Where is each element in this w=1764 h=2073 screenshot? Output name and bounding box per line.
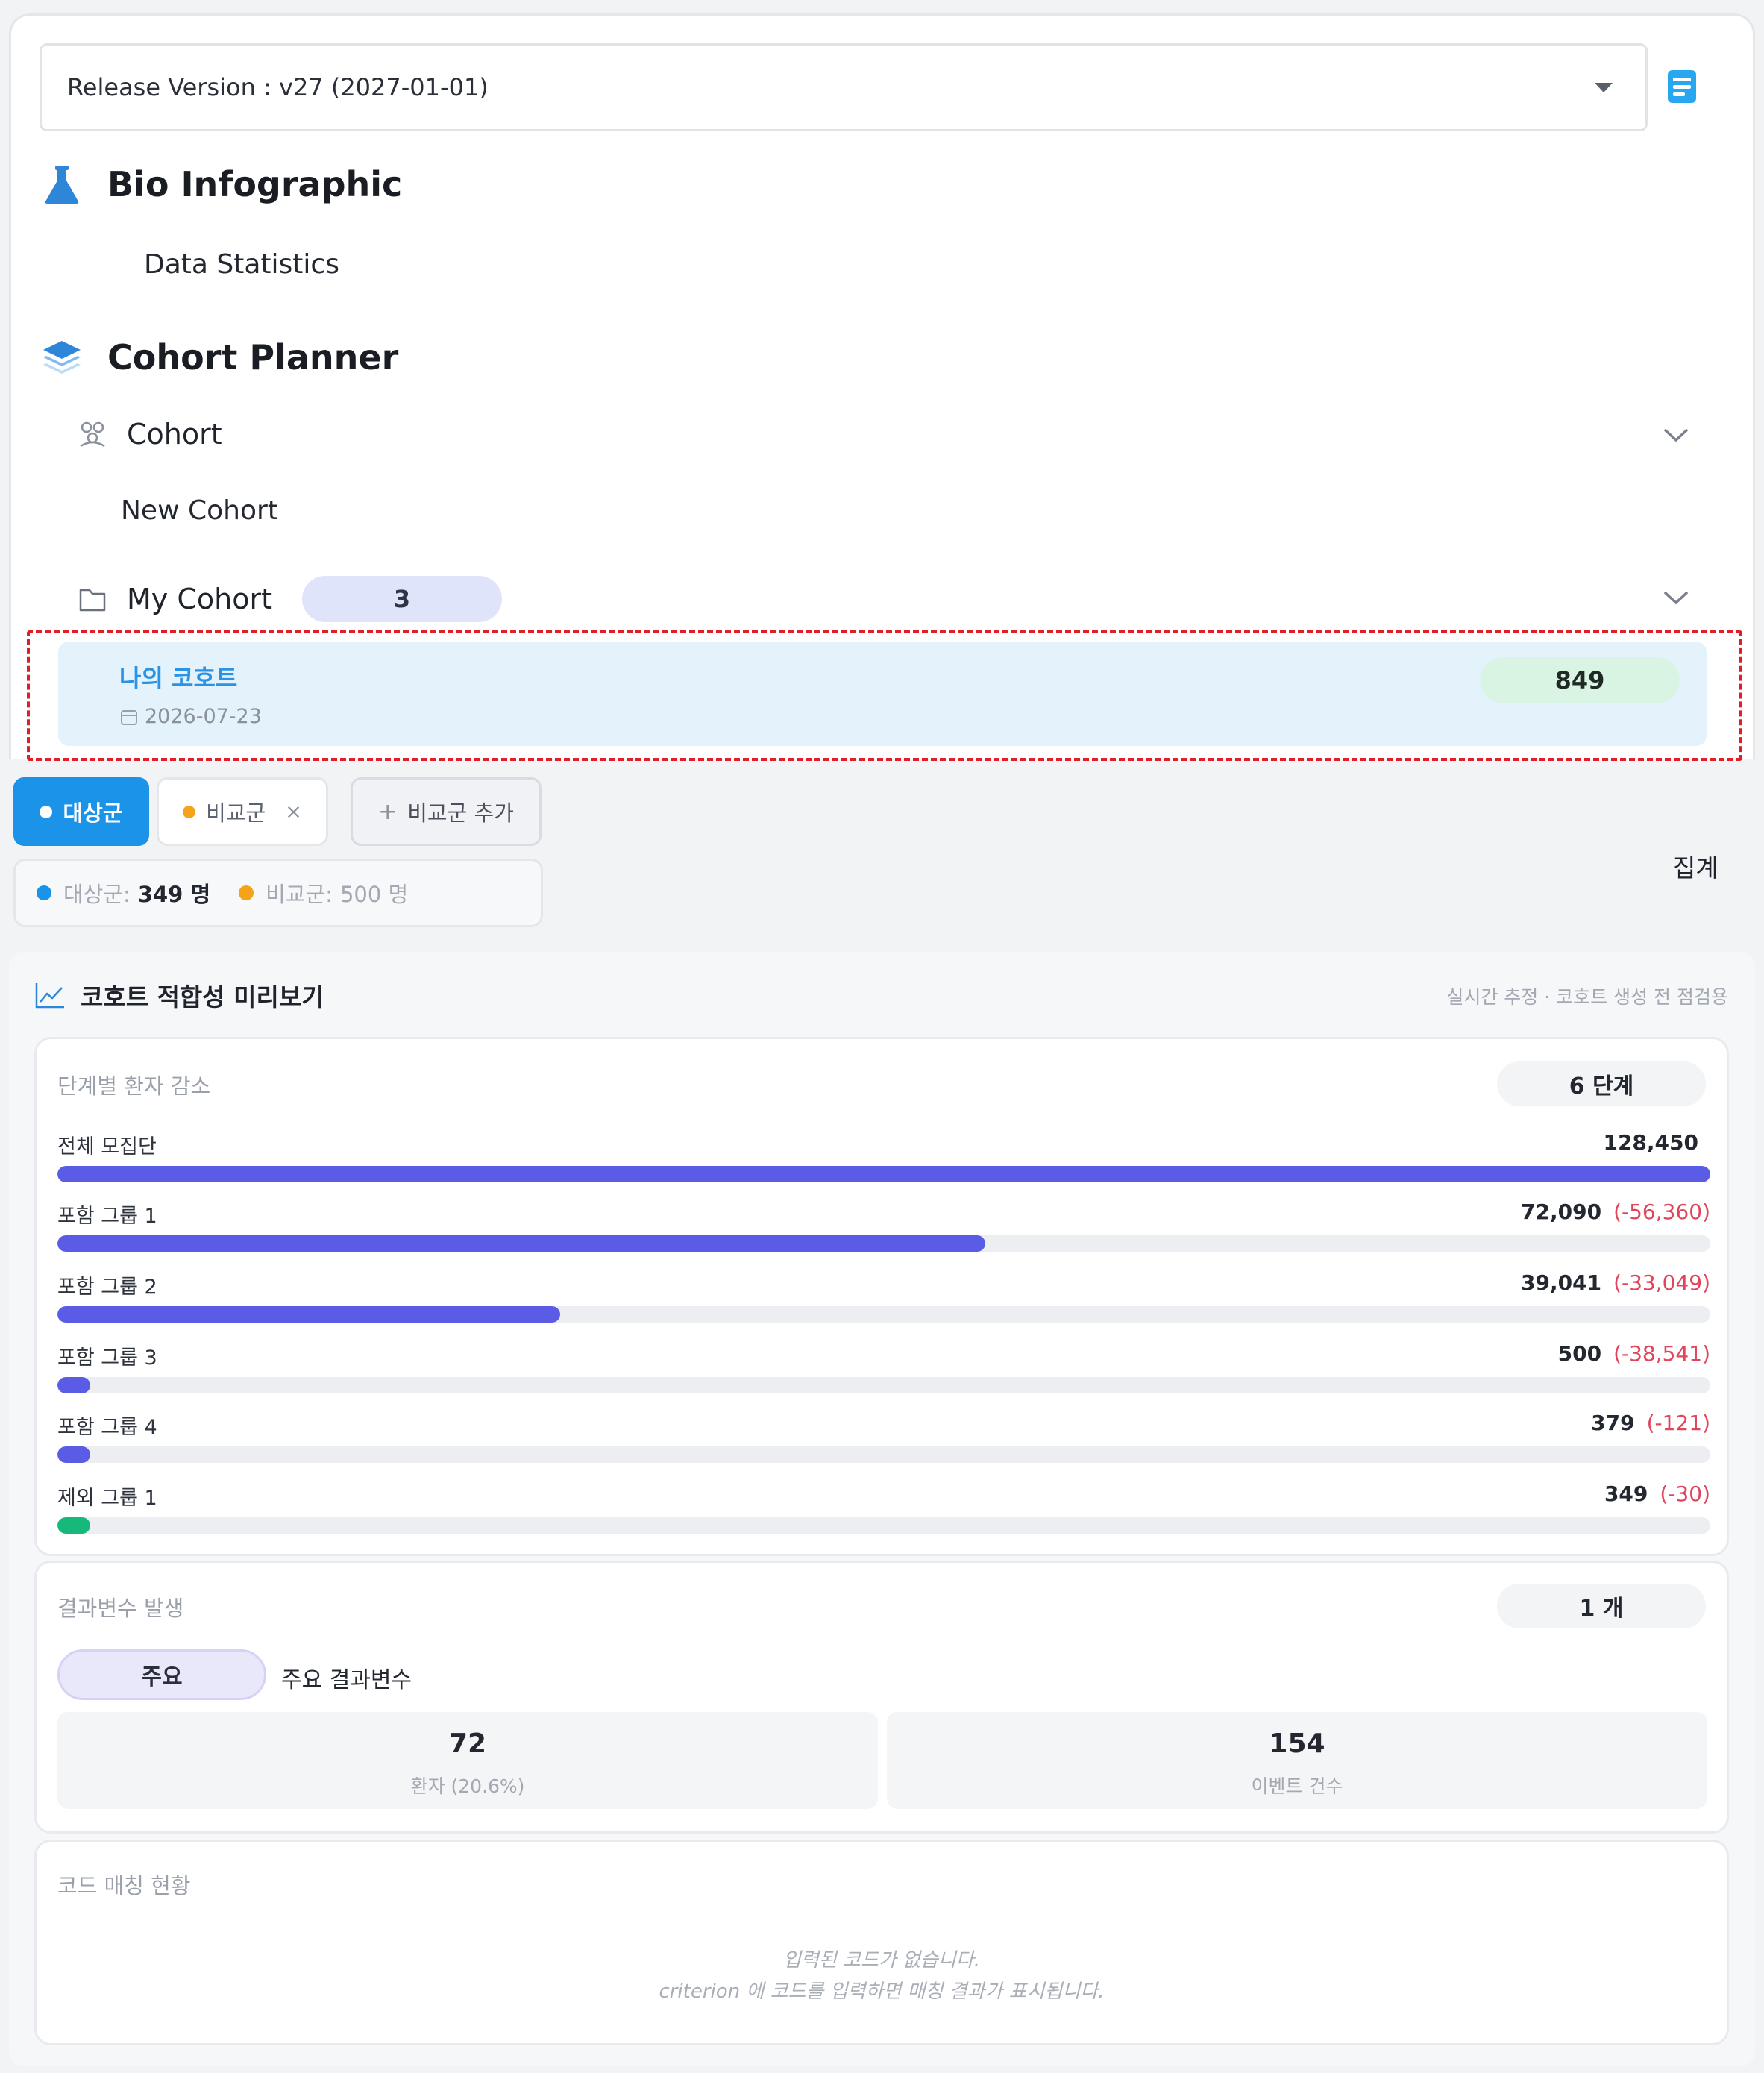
step-count: 72,090 — [1521, 1199, 1602, 1224]
chevron-down-icon[interactable] — [1663, 591, 1689, 606]
tab-compare-group[interactable]: 비교군 × — [157, 777, 328, 846]
attrition-step: 포함 그룹 1 72,090 (-56,360) — [57, 1199, 1710, 1267]
outcome-count-badge: 1 개 — [1497, 1584, 1706, 1628]
step-bar-track — [57, 1517, 1710, 1534]
selection-highlight — [27, 630, 1742, 761]
nav-cohort[interactable]: Cohort — [78, 418, 222, 451]
attrition-step: 제외 그룹 1 349 (-30) — [57, 1481, 1710, 1549]
preview-header: 코호트 적합성 미리보기 — [34, 977, 324, 1013]
step-label: 포함 그룹 3 — [57, 1346, 157, 1370]
add-compare-label: 비교군 추가 — [407, 800, 514, 826]
group-summary: 대상군: 349 명 비교군: 500 명 — [13, 859, 543, 927]
cohort-planner-title: Cohort Planner — [107, 337, 399, 377]
step-bar-track — [57, 1235, 1710, 1252]
step-delta: (-56,360) — [1613, 1199, 1710, 1224]
attrition-step: 포함 그룹 3 500 (-38,541) — [57, 1341, 1710, 1408]
patients-value: 72 — [448, 1728, 487, 1759]
release-version-select[interactable]: Release Version : v27 (2027-01-01) — [40, 43, 1648, 131]
outcome-card: 결과변수 발생 1 개 주요 주요 결과변수 72 환자 (20.6%) 154… — [34, 1561, 1729, 1834]
bio-infographic-title: Bio Infographic — [107, 164, 403, 204]
step-delta: (-30) — [1660, 1481, 1710, 1506]
my-cohort-count-badge: 3 — [302, 576, 502, 622]
events-label: 이벤트 건수 — [1251, 1775, 1343, 1797]
chevron-down-icon[interactable] — [1663, 428, 1689, 443]
step-count: 349 — [1604, 1481, 1648, 1506]
step-bar-track — [57, 1446, 1710, 1463]
step-label: 포함 그룹 4 — [57, 1416, 157, 1439]
attrition-title: 단계별 환자 감소 — [57, 1073, 211, 1099]
target-dot-icon — [40, 805, 53, 818]
attrition-step: 포함 그룹 2 39,041 (-33,049) — [57, 1270, 1710, 1337]
step-delta: (-121) — [1646, 1411, 1710, 1435]
step-label: 전체 모집단 — [57, 1135, 157, 1158]
preview-title: 코호트 적합성 미리보기 — [81, 982, 324, 1012]
tab-target-label: 대상군 — [63, 800, 123, 826]
step-bar-track — [57, 1377, 1710, 1393]
release-version-label: Release Version : v27 (2027-01-01) — [67, 73, 489, 101]
step-bar-fill — [57, 1446, 91, 1463]
tab-compare-label: 비교군 — [206, 800, 266, 826]
nav-cohort-label: Cohort — [127, 418, 222, 451]
events-value: 154 — [1269, 1728, 1325, 1759]
close-icon[interactable]: × — [285, 800, 302, 824]
flask-icon — [42, 164, 82, 204]
step-bar-fill — [57, 1235, 985, 1252]
step-count: 128,450 — [1603, 1130, 1698, 1155]
bio-infographic-header[interactable]: Bio Infographic — [42, 164, 402, 204]
attrition-step-badge: 6 단계 — [1497, 1061, 1706, 1106]
step-bar-fill — [57, 1377, 91, 1393]
folder-icon — [79, 589, 106, 612]
document-icon[interactable] — [1666, 69, 1698, 104]
events-stat: 154 이벤트 건수 — [887, 1712, 1707, 1809]
compare-summary-label: 비교군: — [266, 882, 333, 907]
step-count: 500 — [1557, 1341, 1602, 1366]
empty-message-line2: criterion 에 코드를 입력하면 매칭 결과가 표시됩니다. — [659, 1981, 1105, 2003]
compare-dot-icon — [239, 885, 254, 900]
attrition-step: 전체 모집단 128,450 — [57, 1130, 1710, 1197]
patients-stat: 72 환자 (20.6%) — [57, 1712, 878, 1809]
empty-message-line1: 입력된 코드가 없습니다. — [783, 1949, 980, 1972]
preview-note: 실시간 추정 · 코호트 생성 전 점검용 — [1446, 986, 1728, 1008]
tab-target-group[interactable]: 대상군 — [13, 777, 149, 846]
attrition-step: 포함 그룹 4 379 (-121) — [57, 1411, 1710, 1478]
compare-summary-value: 500 명 — [339, 882, 409, 907]
nav-my-cohort[interactable]: My Cohort 3 — [78, 576, 502, 622]
target-summary-value: 349 명 — [137, 882, 211, 907]
primary-outcome-pill[interactable]: 주요 — [57, 1649, 266, 1700]
step-bar-fill — [57, 1517, 91, 1534]
step-label: 포함 그룹 2 — [57, 1276, 157, 1299]
plus-icon: + — [378, 798, 398, 825]
target-dot-icon — [37, 885, 51, 900]
step-delta: (-38,541) — [1613, 1341, 1710, 1366]
dropdown-caret-icon — [1595, 83, 1613, 92]
step-count: 379 — [1591, 1411, 1635, 1435]
line-chart-icon — [35, 983, 64, 1009]
compare-dot-icon — [183, 805, 196, 818]
cohort-planner-header[interactable]: Cohort Planner — [42, 337, 398, 377]
step-bar-track — [57, 1306, 1710, 1323]
layers-icon — [42, 337, 82, 377]
aggregate-button[interactable]: 집계 — [1673, 848, 1719, 884]
users-icon — [80, 421, 105, 448]
code-matching-card: 코드 매칭 현황 입력된 코드가 없습니다. criterion 에 코드를 입… — [34, 1840, 1729, 2045]
step-label: 제외 그룹 1 — [57, 1487, 157, 1510]
step-delta: (-33,049) — [1613, 1270, 1710, 1295]
attrition-card: 단계별 환자 감소 6 단계 전체 모집단 128,450 포함 그룹 1 72… — [34, 1037, 1729, 1556]
step-bar-track — [57, 1166, 1710, 1182]
code-matching-title: 코드 매칭 현황 — [57, 1873, 191, 1898]
outcome-title: 결과변수 발생 — [57, 1596, 184, 1621]
add-compare-group-button[interactable]: + 비교군 추가 — [351, 777, 542, 846]
nav-data-statistics[interactable]: Data Statistics — [144, 249, 339, 280]
target-summary-label: 대상군: — [63, 882, 131, 907]
patients-label: 환자 (20.6%) — [410, 1775, 525, 1797]
step-count: 39,041 — [1521, 1270, 1602, 1295]
nav-my-cohort-label: My Cohort — [127, 583, 272, 615]
step-bar-fill — [57, 1306, 560, 1323]
nav-new-cohort[interactable]: New Cohort — [121, 495, 278, 526]
step-bar-fill — [57, 1166, 1710, 1182]
step-label: 포함 그룹 1 — [57, 1205, 157, 1228]
primary-outcome-label: 주요 결과변수 — [281, 1667, 412, 1693]
